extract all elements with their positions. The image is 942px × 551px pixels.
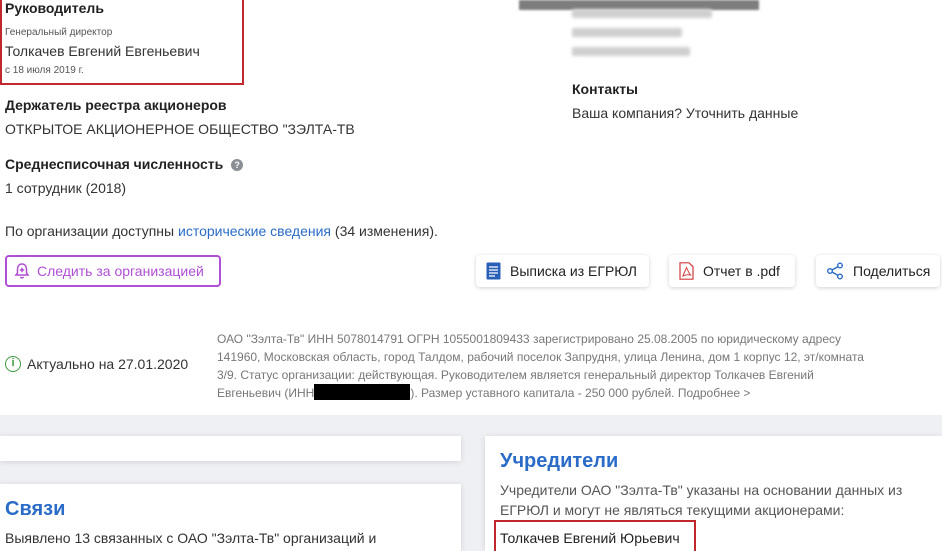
registry-holder-link[interactable]: ОТКРЫТОЕ АКЦИОНЕРНОЕ ОБЩЕСТВО "ЗЭЛТА-ТВ (5, 121, 355, 137)
egrul-button-label: Выписка из ЕГРЮЛ (510, 263, 637, 279)
leader-name-link[interactable]: Толкачев Евгений Евгеньевич (5, 43, 200, 59)
history-suffix: (34 изменения). (331, 223, 438, 239)
founder-highlight-box (494, 520, 696, 551)
egrul-extract-button[interactable]: Выписка из ЕГРЮЛ (476, 255, 649, 287)
registry-heading: Держатель реестра акционеров (5, 97, 227, 113)
actual-date: i Актуально на 27.01.2020 (5, 356, 188, 372)
share-button-label: Поделиться (853, 263, 931, 279)
redacted-inn (314, 384, 411, 400)
top-left-card (0, 436, 461, 461)
links-card: Связи Выявлено 13 связанных с ОАО "Зэлта… (0, 484, 461, 551)
clarify-data-link[interactable]: Ваша компания? Уточнить данные (572, 105, 798, 121)
history-line: По организации доступны исторические све… (5, 223, 438, 239)
summary-text: ОАО "Зэлта-Тв" ИНН 5078014791 ОГРН 10550… (217, 330, 937, 402)
contacts-heading: Контакты (572, 81, 639, 97)
headcount-value: 1 сотрудник (2018) (5, 180, 127, 196)
blurred-phone-3 (572, 47, 690, 56)
summary-line-4-pre: Евгеньевич (ИНН (217, 386, 315, 400)
history-prefix: По организации доступны (5, 223, 178, 239)
document-icon (486, 262, 501, 280)
blurred-phone-2 (572, 28, 682, 37)
pdf-report-button[interactable]: Отчет в .pdf (669, 255, 795, 287)
help-icon[interactable]: ? (231, 159, 244, 171)
pdf-button-label: Отчет в .pdf (703, 263, 780, 279)
leader-since: с 18 июля 2019 г. (5, 65, 84, 76)
summary-line-4: Евгеньевич (ИНН ). Размер уставного капит… (217, 384, 937, 402)
founders-text-2: ЕГРЮЛ и могут не являться текущими акцио… (500, 502, 845, 518)
summary-line-1: ОАО "Зэлта-Тв" ИНН 5078014791 ОГРН 10550… (217, 332, 842, 346)
share-icon (826, 262, 844, 280)
leader-role: Генеральный директор (5, 27, 113, 38)
pdf-icon (679, 262, 694, 280)
actual-date-text: Актуально на 27.01.2020 (27, 356, 189, 372)
follow-organization-button[interactable]: Следить за организацией (5, 255, 221, 287)
founders-text-1: Учредители ОАО "Зэлта-Тв" указаны на осн… (500, 482, 903, 498)
headcount-heading-text: Среднесписочная численность (5, 156, 224, 172)
links-text: Выявлено 13 связанных с ОАО "Зэлта-Тв" о… (5, 530, 377, 546)
summary-line-2: 141960, Московская область, город Талдом… (217, 350, 864, 364)
summary-line-3: 3/9. Статус организации: действующая. Ру… (217, 368, 814, 382)
follow-button-label: Следить за организацией (37, 263, 204, 279)
founders-heading: Учредители (500, 450, 619, 472)
info-icon: i (5, 356, 21, 372)
headcount-heading: Среднесписочная численность ? (5, 156, 244, 172)
blurred-phone-1 (572, 9, 712, 18)
share-button[interactable]: Поделиться (816, 255, 940, 287)
summary-line-4-post[interactable]: ). Размер уставного капитала - 250 000 р… (410, 386, 750, 400)
summary-panel: i Актуально на 27.01.2020 ОАО "Зэлта-Тв"… (0, 313, 942, 415)
history-link[interactable]: исторические сведения (178, 223, 331, 239)
links-heading: Связи (5, 498, 66, 520)
bell-plus-icon (13, 262, 31, 280)
leader-heading: Руководитель (5, 0, 104, 16)
